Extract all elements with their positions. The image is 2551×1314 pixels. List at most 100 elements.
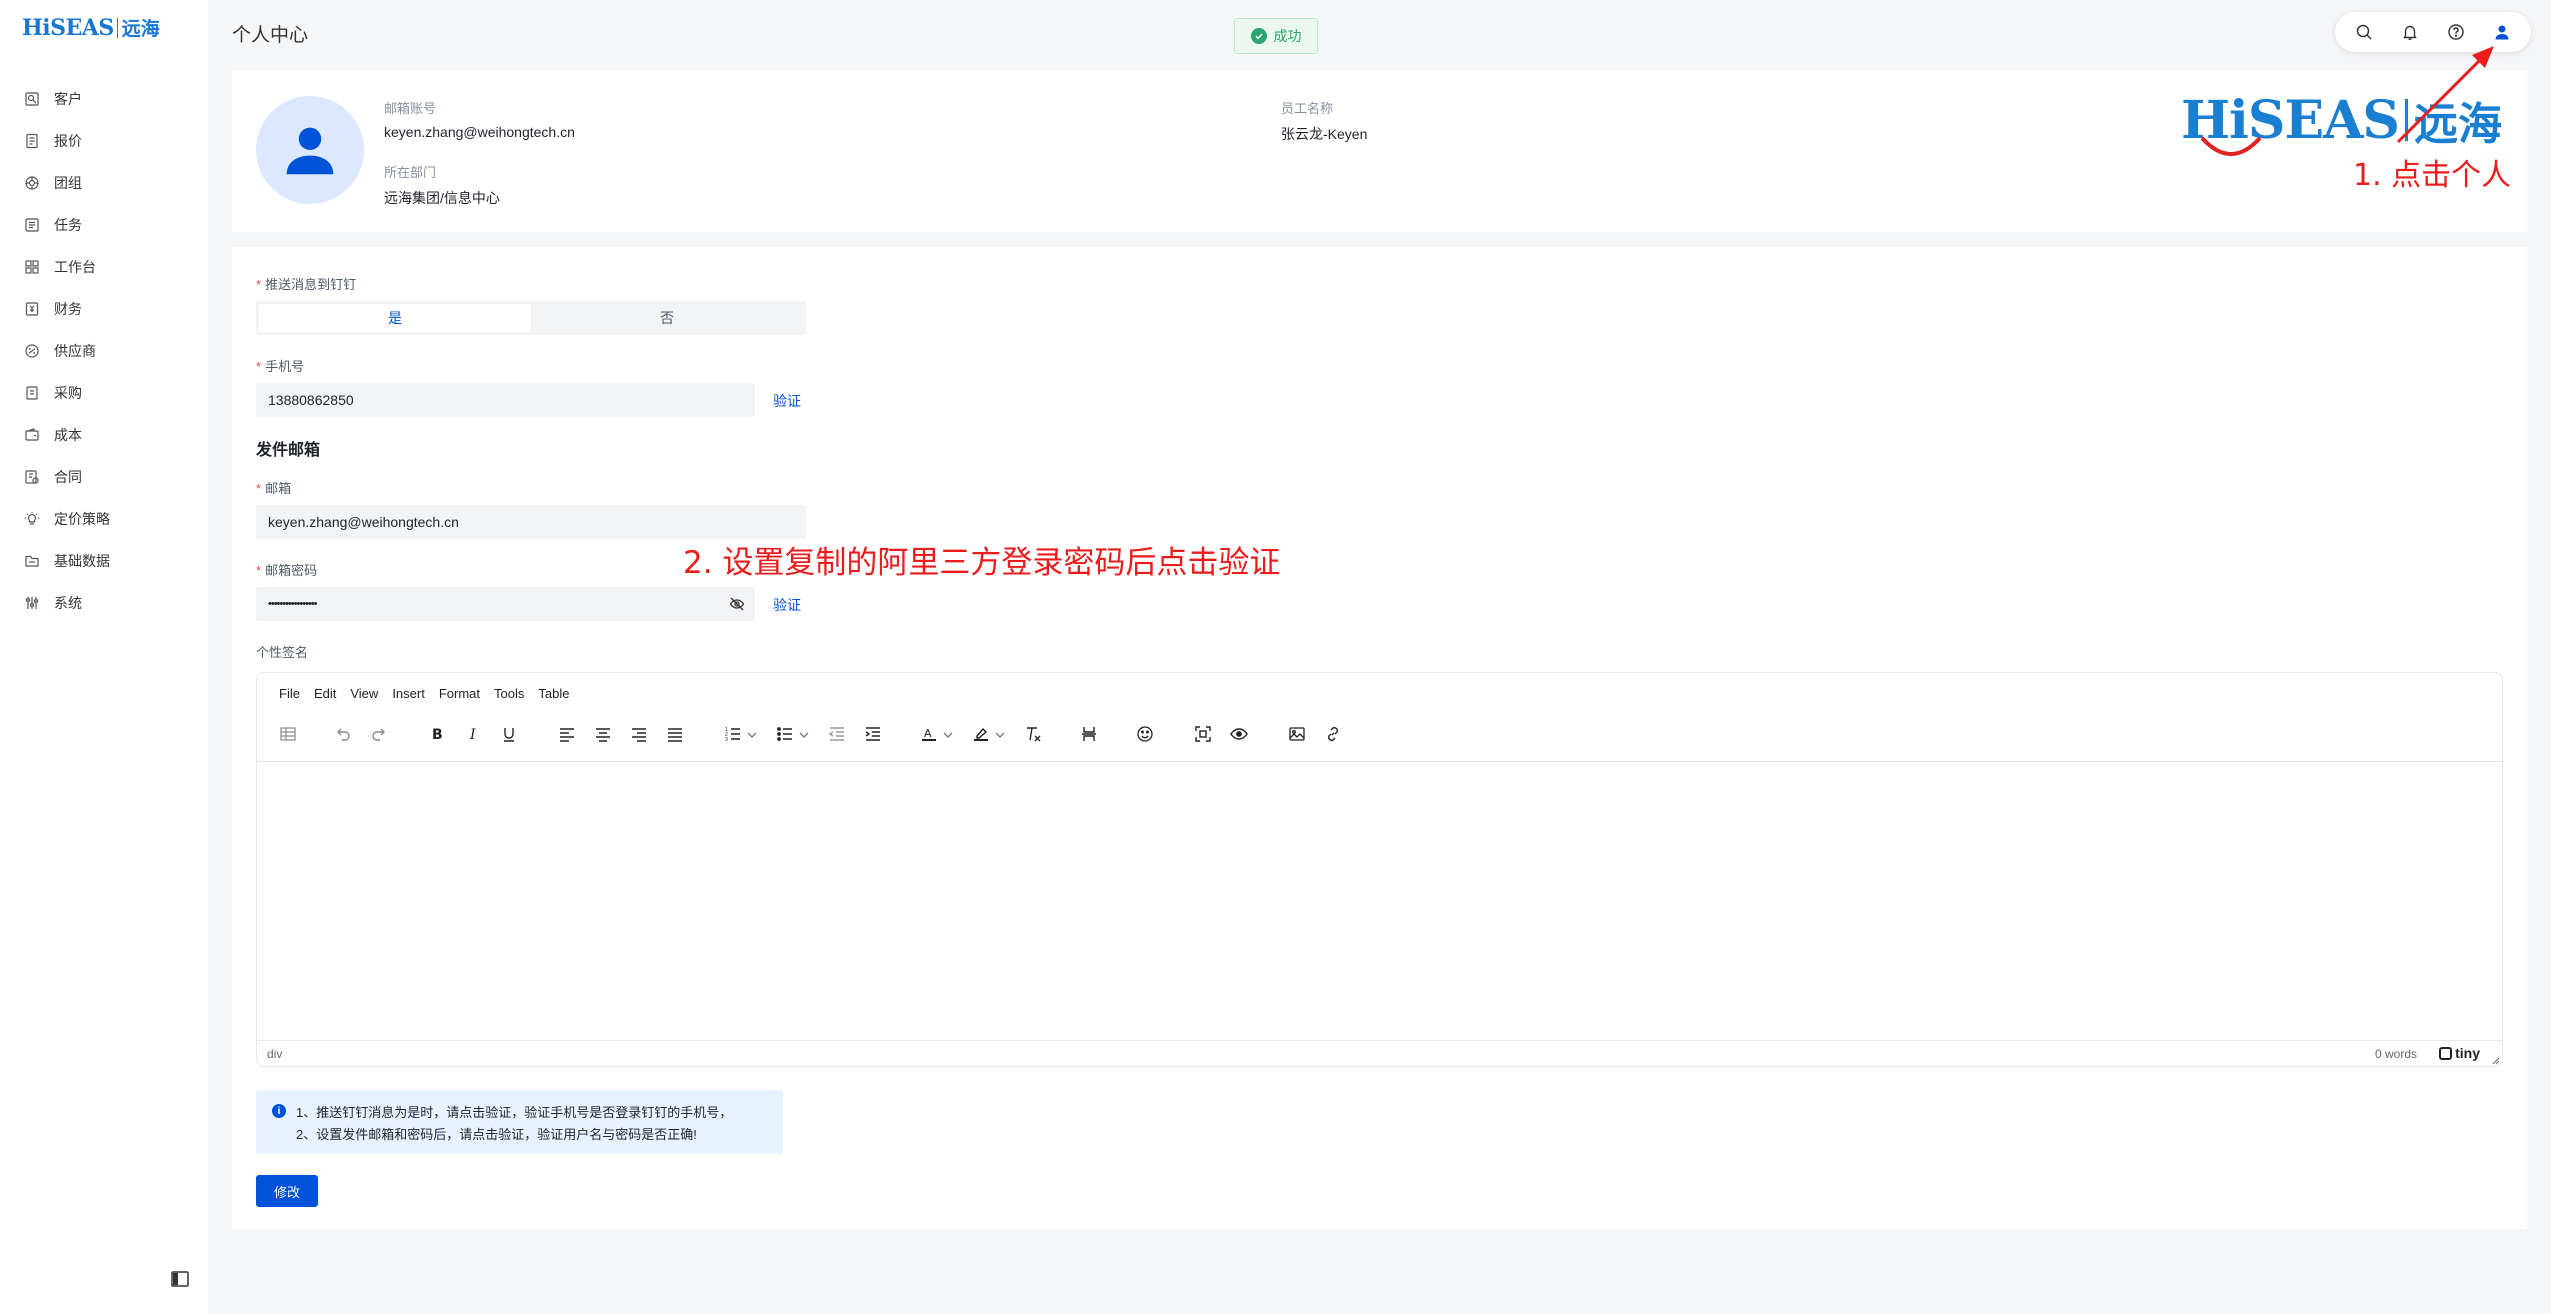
- editor-toolbar-divider: [257, 761, 2502, 762]
- menu-edit[interactable]: Edit: [314, 686, 336, 701]
- sidebar-item-workbench[interactable]: 工作台: [0, 246, 208, 288]
- emoji-icon[interactable]: [1133, 722, 1157, 746]
- sidebar-item-finance[interactable]: 财务: [0, 288, 208, 330]
- sidebar-item-purchase[interactable]: 采购: [0, 372, 208, 414]
- eye-off-icon[interactable]: [729, 596, 745, 612]
- menu-view[interactable]: View: [350, 686, 378, 701]
- bullet-list-icon[interactable]: [773, 722, 797, 746]
- clear-format-icon[interactable]: [1021, 722, 1045, 746]
- numbered-list-icon[interactable]: 123: [721, 722, 745, 746]
- verify-mail-button[interactable]: 验证: [773, 595, 801, 615]
- push-no-option[interactable]: 否: [531, 304, 803, 332]
- align-center-icon[interactable]: [591, 722, 615, 746]
- search-icon[interactable]: [2349, 17, 2379, 47]
- sidebar-item-group[interactable]: 团组: [0, 162, 208, 204]
- fullscreen-icon[interactable]: [1191, 722, 1215, 746]
- bold-icon[interactable]: B: [425, 722, 449, 746]
- align-right-icon[interactable]: [627, 722, 651, 746]
- align-left-icon[interactable]: [555, 722, 579, 746]
- menu-insert[interactable]: Insert: [392, 686, 425, 701]
- indent-icon[interactable]: [861, 722, 885, 746]
- sidebar-item-label: 团组: [54, 175, 82, 191]
- sidebar-item-cost[interactable]: 成本: [0, 414, 208, 456]
- sidebar-item-label: 基础数据: [54, 553, 110, 569]
- push-yes-option[interactable]: 是: [259, 304, 531, 332]
- modify-button[interactable]: 修改: [256, 1175, 318, 1207]
- email-account-value: keyen.zhang@weihongtech.cn: [384, 124, 575, 140]
- sidebar: HiSEAS 远海 客户 报价 团组 任务 工作台 财务 供应商 采购 成本 合…: [0, 0, 208, 1314]
- sidebar-item-label: 报价: [54, 133, 82, 149]
- chevron-down-icon[interactable]: [747, 731, 757, 739]
- department-value: 远海集团/信息中心: [384, 190, 500, 206]
- sidebar-item-label: 成本: [54, 427, 82, 443]
- chevron-down-icon[interactable]: [799, 731, 809, 739]
- tiny-logo[interactable]: tiny: [2439, 1045, 2480, 1061]
- sidebar-collapse-icon[interactable]: [170, 1269, 190, 1289]
- highlight-icon[interactable]: [969, 722, 993, 746]
- sidebar-item-label: 财务: [54, 301, 82, 317]
- phone-label-text: 手机号: [265, 359, 305, 374]
- undo-icon[interactable]: [331, 722, 355, 746]
- header-toolbar: [2335, 12, 2531, 52]
- user-avatar-icon: [286, 127, 334, 175]
- resize-handle-icon[interactable]: [2490, 1054, 2500, 1065]
- sidebar-item-supplier[interactable]: 供应商: [0, 330, 208, 372]
- chevron-down-icon[interactable]: [943, 731, 953, 739]
- push-dingtalk-label: * 推送消息到钉钉: [256, 274, 356, 293]
- link-icon[interactable]: [1321, 722, 1345, 746]
- task-icon: [24, 217, 40, 233]
- employee-name-label: 员工名称: [1281, 101, 1334, 116]
- editor-word-count[interactable]: 0 words: [2375, 1047, 2417, 1061]
- department-label: 所在部门: [384, 165, 437, 180]
- italic-icon[interactable]: I: [461, 722, 485, 746]
- mail-password-input[interactable]: •••••••••••••••••: [256, 587, 755, 621]
- bulb-icon: [24, 511, 40, 527]
- menu-tools[interactable]: Tools: [494, 686, 524, 701]
- bell-icon[interactable]: [2395, 17, 2425, 47]
- sidebar-item-task[interactable]: 任务: [0, 204, 208, 246]
- logo-text: HiSEAS: [22, 14, 114, 41]
- align-justify-icon[interactable]: [663, 722, 687, 746]
- user-icon[interactable]: [2487, 17, 2517, 47]
- redo-icon[interactable]: [367, 722, 391, 746]
- logo-cn: 远海: [121, 18, 160, 40]
- verify-phone-button[interactable]: 验证: [773, 391, 801, 411]
- outdent-icon[interactable]: [825, 722, 849, 746]
- menu-file[interactable]: File: [279, 686, 300, 701]
- underline-icon[interactable]: [497, 722, 521, 746]
- sidebar-item-pricing[interactable]: 定价策略: [0, 498, 208, 540]
- sidebar-item-label: 客户: [54, 91, 82, 107]
- page-break-icon[interactable]: [1077, 722, 1101, 746]
- preview-icon[interactable]: [1227, 722, 1251, 746]
- sidebar-item-contract[interactable]: 合同: [0, 456, 208, 498]
- annotation-step2: 2. 设置复制的阿里三方登录密码后点击验证: [683, 545, 1281, 581]
- brand-logo-cn: 远海: [2413, 99, 2502, 150]
- table-icon[interactable]: [276, 722, 300, 746]
- brand-logo-separator: [2404, 99, 2408, 141]
- help-icon[interactable]: [2441, 17, 2471, 47]
- sliders-icon: [24, 595, 40, 611]
- sidebar-item-system[interactable]: 系统: [0, 582, 208, 624]
- logo-separator: [116, 17, 118, 38]
- editor-menubar: File Edit View Insert Format Tools Table: [279, 686, 583, 701]
- sender-mail-section-title: 发件邮箱: [256, 442, 321, 459]
- app-logo[interactable]: HiSEAS 远海: [22, 14, 160, 41]
- text-color-icon[interactable]: A: [917, 722, 941, 746]
- image-icon[interactable]: [1285, 722, 1309, 746]
- chevron-down-icon[interactable]: [995, 731, 1005, 739]
- sidebar-item-basic-data[interactable]: 基础数据: [0, 540, 208, 582]
- svg-text:3: 3: [725, 737, 728, 743]
- mail-input[interactable]: keyen.zhang@weihongtech.cn: [256, 505, 806, 539]
- sidebar-item-customer[interactable]: 客户: [0, 78, 208, 120]
- sidebar-item-quote[interactable]: 报价: [0, 120, 208, 162]
- menu-format[interactable]: Format: [439, 686, 480, 701]
- signature-label: 个性签名: [256, 645, 309, 660]
- menu-table[interactable]: Table: [538, 686, 569, 701]
- info-notice: i 1、推送钉钉消息为是时，请点击验证，验证手机号是否登录钉钉的手机号， 2、设…: [256, 1090, 783, 1154]
- finance-icon: [24, 301, 40, 317]
- push-dingtalk-toggle[interactable]: 是 否: [256, 301, 806, 335]
- phone-input[interactable]: 13880862850: [256, 383, 755, 417]
- editor-path[interactable]: div: [267, 1047, 282, 1061]
- sidebar-item-label: 系统: [54, 595, 82, 611]
- editor-content-area[interactable]: [257, 763, 2502, 1041]
